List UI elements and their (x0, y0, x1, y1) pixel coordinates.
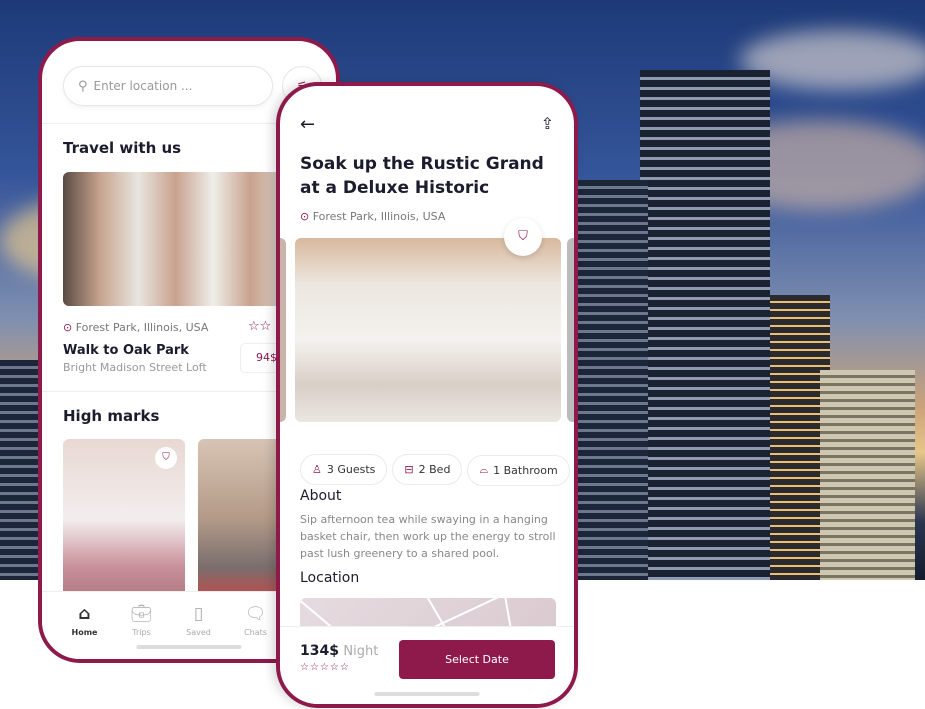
chip-bathroom: ⌓ 1 Bathroom (467, 454, 570, 486)
listing-location: Forest Park, Illinois, USA (312, 210, 446, 223)
share-icon[interactable]: ⇪ (541, 114, 554, 133)
rating-stars: ☆☆☆☆☆ (300, 662, 350, 673)
chip-guests: ♙ 3 Guests (300, 454, 388, 485)
price: 134$ (300, 643, 339, 659)
section-title: High marks (63, 407, 160, 425)
detail-screen-phone: ← ⇪ Soak up the Rustic Grand at a Deluxe… (276, 82, 578, 708)
bookmark-icon: ⛉ (518, 229, 528, 244)
home-indicator (374, 692, 480, 696)
chip-bed: ⊟ 2 Bed (392, 454, 463, 485)
nav-home[interactable]: ⌂ Home (56, 592, 113, 659)
high-marks-photo[interactable]: ⛉ (63, 439, 185, 599)
booking-footer: 134$ Night ☆☆☆☆☆ Select Date (280, 626, 574, 704)
home-indicator (136, 645, 242, 649)
bathtub-icon: ⌓ (479, 463, 489, 476)
rating-stars: ☆☆ (248, 319, 272, 334)
listing-location: Forest Park, Illinois, USA (75, 321, 209, 334)
bookmark-icon: ▯ (193, 604, 204, 624)
home-icon: ⌂ (78, 604, 91, 624)
select-date-button[interactable]: Select Date (399, 640, 555, 679)
listing-photo[interactable] (295, 238, 561, 422)
search-icon: ⚲ (78, 78, 88, 94)
listing-subtitle: Bright Madison Street Loft (63, 361, 207, 374)
amenities: ♙ 3 Guests ⊟ 2 Bed ⌓ 1 Bathroom (300, 442, 574, 486)
listing-title: Walk to Oak Park (63, 343, 189, 358)
about-heading: About (300, 488, 342, 504)
price-unit: Night (343, 644, 379, 659)
person-icon: ♙ (312, 463, 322, 476)
listing-title: Soak up the Rustic Grand at a Deluxe His… (300, 154, 544, 198)
briefcase-icon: 💼︎ (130, 604, 153, 624)
bed-icon: ⊟ (404, 463, 414, 476)
bookmark-button[interactable]: ⛉ (504, 218, 542, 256)
section-title: Travel with us (63, 139, 182, 157)
search-input[interactable]: ⚲ Enter location ... (63, 66, 273, 106)
bookmark-icon[interactable]: ⛉ (155, 447, 177, 469)
about-text: Sip afternoon tea while swaying in a han… (300, 513, 556, 560)
location-pin-icon: ⊙ (63, 321, 73, 334)
location-heading: Location (300, 570, 360, 586)
location-pin-icon: ⊙ (300, 210, 310, 223)
back-arrow-icon[interactable]: ← (300, 114, 315, 135)
